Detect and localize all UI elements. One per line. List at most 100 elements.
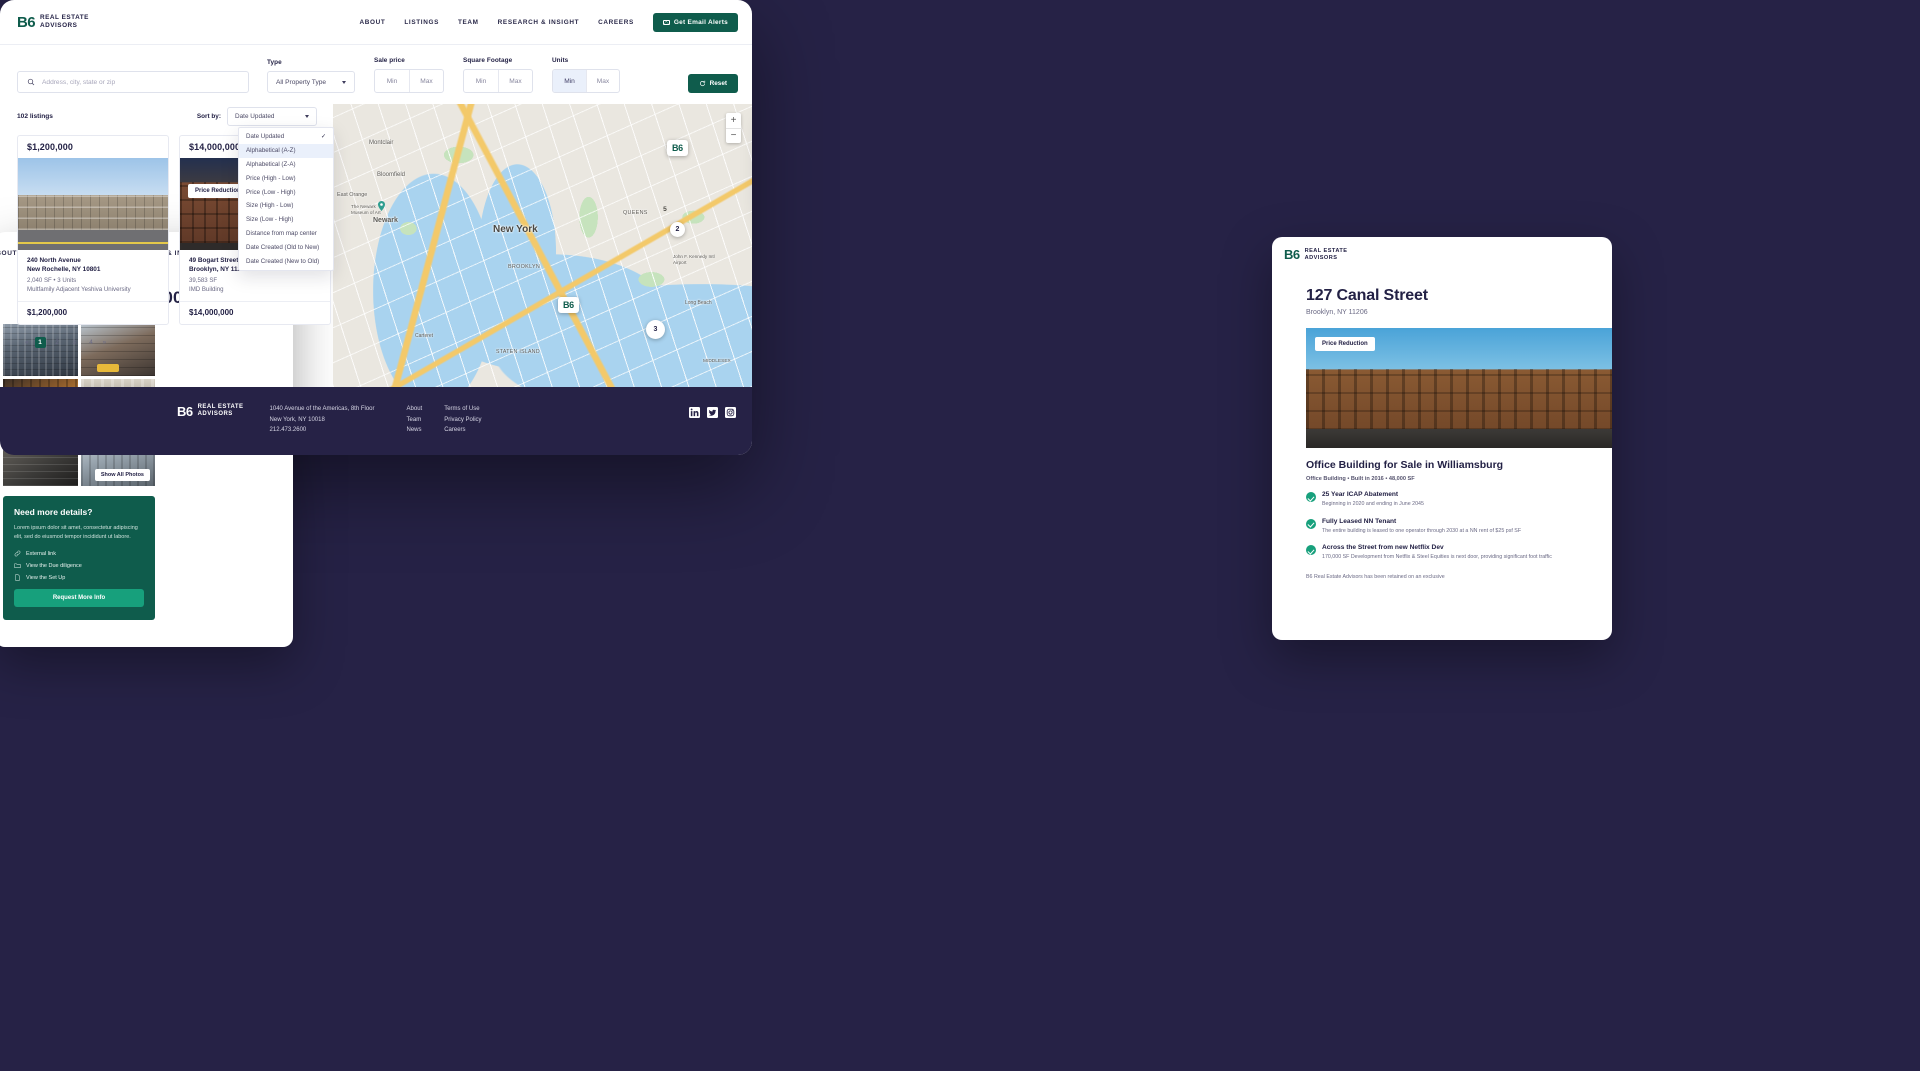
listings-toolbar: 102 listings Sort by: Date Updated: [17, 104, 333, 126]
footer-address-line2: New York, NY 10018: [269, 416, 325, 423]
sale-price-min-input[interactable]: Min: [375, 70, 409, 92]
pagination-page-2[interactable]: 2: [52, 337, 63, 348]
map-brand-pin[interactable]: B6: [558, 297, 579, 313]
linkedin-icon[interactable]: [689, 407, 700, 418]
listings-pane: 102 listings Sort by: Date Updated $1,20…: [0, 104, 334, 387]
map-zoom-out-button[interactable]: −: [726, 128, 741, 143]
map-label-montclair: Montclair: [369, 140, 394, 146]
show-all-photos-button[interactable]: Show All Photos: [94, 469, 150, 481]
external-link-row[interactable]: External link: [14, 550, 144, 557]
card-body: 240 North Avenue New Rochelle, NY 10801 …: [18, 250, 168, 301]
card-description: Multfamily Adjacent Yeshiva University: [27, 286, 131, 293]
sort-option-size-low-high[interactable]: Size (Low - High): [239, 213, 333, 227]
units-field: Units Min Max: [552, 57, 620, 93]
pagination-page-4[interactable]: 4: [86, 337, 97, 348]
sort-option-price-high-low[interactable]: Price (High - Low): [239, 171, 333, 185]
footer-phone[interactable]: 212.473.2600: [270, 425, 375, 436]
map-label-new-york: New York: [493, 224, 538, 235]
sort-option-label: Date Updated: [246, 133, 285, 141]
footer-link-privacy[interactable]: Privacy Policy: [444, 415, 481, 426]
nav-research-insight[interactable]: RESEARCH & INSIGHT: [498, 19, 579, 26]
map-label-middlesex: MIDDLESEX: [703, 359, 731, 364]
type-select[interactable]: All Property Type: [267, 71, 355, 93]
map-label-queens: QUEENS: [623, 210, 648, 216]
units-min-input[interactable]: Min: [553, 70, 586, 92]
card-image: [18, 158, 168, 250]
footer-link-team[interactable]: Team: [407, 415, 423, 426]
map-label-jfk: John F. Kennedy Intl Airport: [673, 254, 715, 265]
sort-option-distance[interactable]: Distance from map center: [239, 227, 333, 241]
map-cluster-pin[interactable]: 5: [658, 202, 672, 216]
map-brand-pin[interactable]: B6: [667, 140, 688, 156]
reset-label: Reset: [709, 80, 727, 87]
footer-link-about[interactable]: About: [407, 404, 423, 415]
site-footer: B6 REAL ESTATE ADVISORS 1040 Avenue of t…: [0, 387, 752, 455]
property-subtitle: Brooklyn, NY 11206: [1306, 309, 1368, 317]
sort-option-label: Date Created (Old to New): [246, 243, 320, 251]
reset-button[interactable]: Reset: [687, 74, 738, 93]
footer-links-column-1: About Team News: [407, 404, 423, 436]
sqft-max-input[interactable]: Max: [498, 70, 532, 92]
map-cluster-pin[interactable]: 2: [670, 222, 685, 237]
sort-option-label: Date Created (New to Old): [246, 257, 320, 265]
nav-careers[interactable]: CAREERS: [598, 19, 634, 26]
sort-option-label: Alphabetical (Z-A): [246, 160, 296, 168]
set-up-link-row[interactable]: View the Set Up: [14, 574, 144, 581]
footer-address: 1040 Avenue of the Americas, 8th Floor N…: [270, 404, 375, 436]
map-view[interactable]: + − Montclair Bloomfield East Orange New…: [333, 104, 752, 387]
brand-logo[interactable]: B6 REAL ESTATE ADVISORS: [1284, 248, 1612, 261]
search-input[interactable]: Address, city, state or zip: [17, 71, 249, 93]
map-label-carteret: Carteret: [415, 333, 434, 339]
details-card-body: Lorem ipsum dolor sit amet, consectetur …: [14, 525, 138, 541]
check-circle-icon: [1306, 492, 1316, 503]
brand-mark: B6: [177, 403, 193, 419]
pagination-next[interactable]: »: [103, 339, 107, 346]
nav-team[interactable]: TEAM: [458, 19, 479, 26]
map-label-staten-island: STATEN ISLAND: [496, 349, 540, 355]
footer-link-careers[interactable]: Careers: [444, 425, 481, 436]
sort-option-date-updated[interactable]: Date Updated ✓: [239, 130, 333, 144]
nav-listings[interactable]: LISTINGS: [404, 19, 439, 26]
sort-option-alpha-za[interactable]: Alphabetical (Z-A): [239, 158, 333, 172]
sort-option-created-old-new[interactable]: Date Created (Old to New): [239, 240, 333, 254]
get-email-alerts-button[interactable]: Get Email Alerts: [652, 12, 738, 32]
sort-option-alpha-az[interactable]: Alphabetical (A-Z): [239, 143, 333, 158]
document-icon: [15, 574, 20, 581]
brand-line1: REAL ESTATE: [39, 14, 89, 22]
nav-about[interactable]: ABOUT: [359, 19, 385, 26]
due-diligence-link-row[interactable]: View the Due diligence: [14, 562, 144, 569]
map-zoom-controls: + −: [726, 113, 741, 143]
need-more-details-card: Need more details? Lorem ipsum dolor sit…: [3, 496, 155, 621]
listing-card[interactable]: $1,200,000 240 North Avenue New Rochelle…: [17, 135, 169, 325]
sort-option-created-new-old[interactable]: Date Created (New to Old): [239, 254, 333, 268]
pagination-page-1[interactable]: 1: [34, 337, 46, 348]
pagination-page-3[interactable]: 3: [69, 337, 80, 348]
map-zoom-in-button[interactable]: +: [726, 113, 741, 128]
footer-link-terms[interactable]: Terms of Use: [444, 404, 481, 415]
card-address: 240 North Avenue: [27, 257, 81, 264]
right-property-detail-window: B6 REAL ESTATE ADVISORS 127 Canal Street…: [1272, 237, 1612, 640]
filter-bar: Address, city, state or zip Type All Pro…: [0, 45, 752, 104]
request-more-info-button[interactable]: Request More Info: [14, 589, 144, 608]
sort-select[interactable]: Date Updated: [227, 107, 317, 126]
map-pin-marker[interactable]: [378, 201, 385, 211]
footer-link-news[interactable]: News: [407, 425, 423, 436]
sort-option-price-low-high[interactable]: Price (Low - High): [239, 185, 333, 199]
map-label-newark: Newark: [373, 217, 398, 224]
pagination-prev[interactable]: «: [25, 339, 29, 346]
instagram-icon[interactable]: [725, 407, 736, 418]
sort-option-size-high-low[interactable]: Size (High - Low): [239, 199, 333, 213]
brand-logo[interactable]: B6 REAL ESTATE ADVISORS: [17, 14, 89, 29]
card-description: IMD Building: [189, 286, 224, 293]
sale-price-max-input[interactable]: Max: [409, 70, 443, 92]
feature-description: The entire building is leased to one ope…: [1322, 527, 1522, 534]
map-cluster-pin[interactable]: 3: [646, 320, 665, 339]
units-max-input[interactable]: Max: [586, 70, 619, 92]
brand-line2: ADVISORS: [1304, 254, 1338, 261]
site-header: B6 REAL ESTATE ADVISORS ABOUT LISTINGS T…: [0, 0, 752, 45]
property-footer-note: B6 Real Estate Advisors has been retaine…: [1306, 573, 1445, 580]
twitter-icon[interactable]: [707, 407, 718, 418]
sqft-min-input[interactable]: Min: [464, 70, 498, 92]
footer-brand-logo[interactable]: B6 REAL ESTATE ADVISORS: [177, 404, 244, 418]
card-price-bottom: $1,200,000: [18, 301, 168, 324]
